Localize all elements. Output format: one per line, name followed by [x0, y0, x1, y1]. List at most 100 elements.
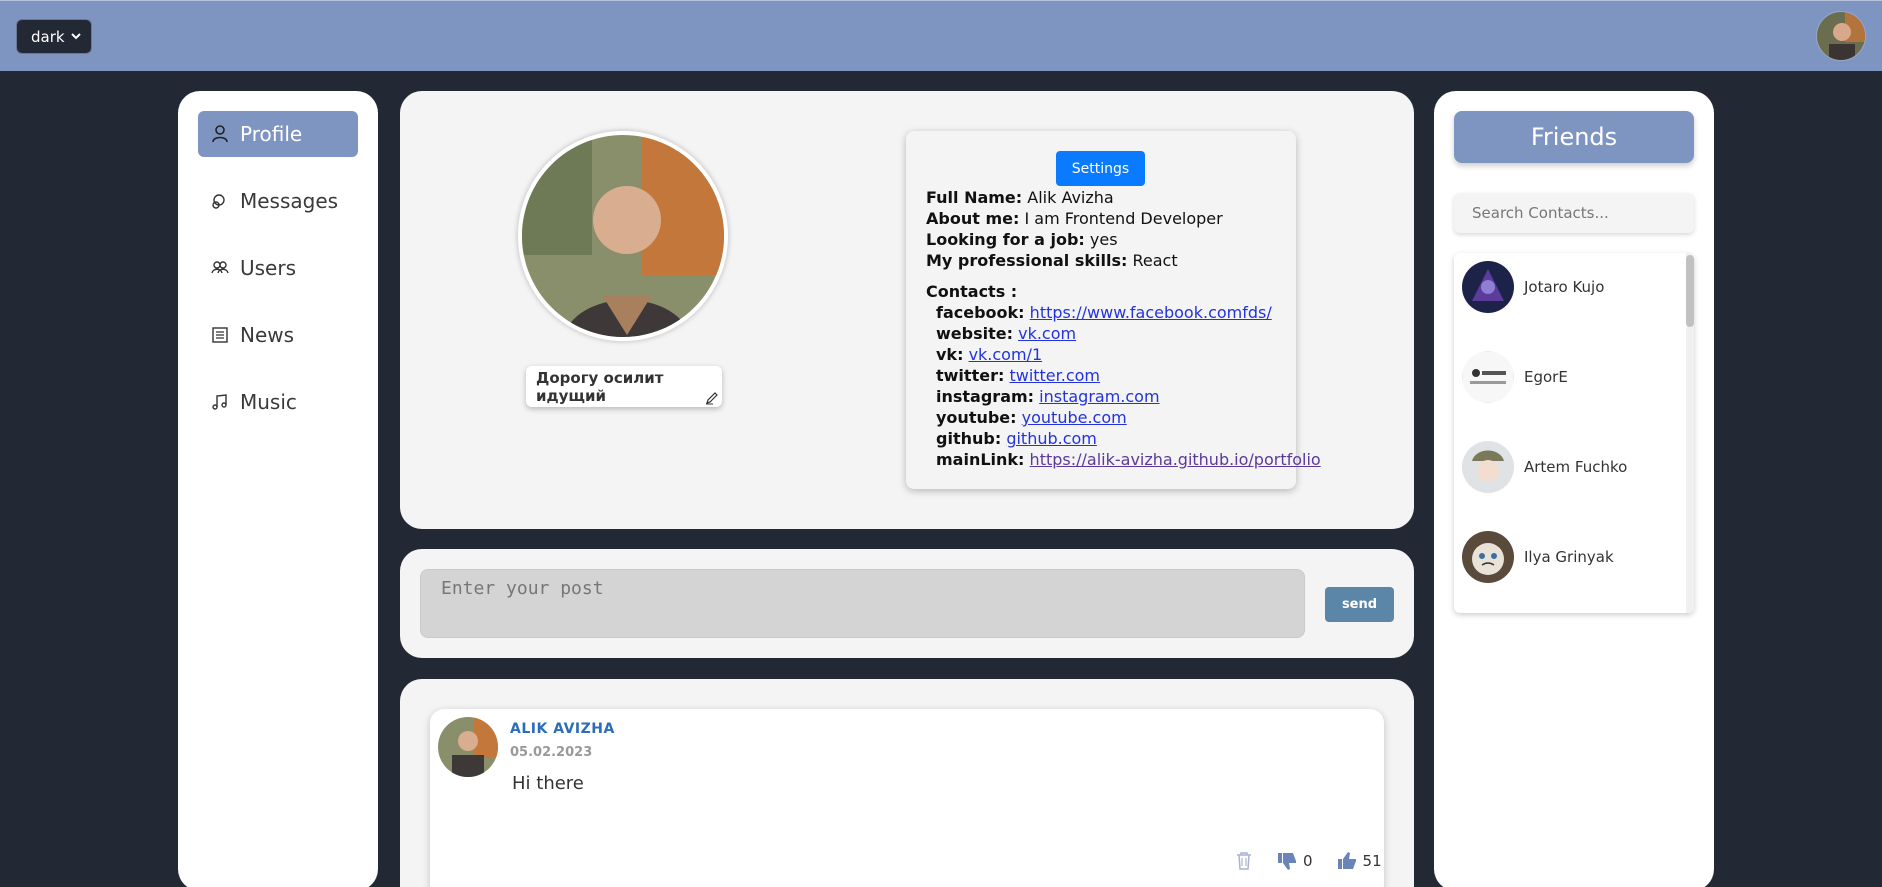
contact-link[interactable]: https://www.facebook.comfds/ [1030, 303, 1272, 322]
nav-item-label: Profile [240, 122, 303, 146]
contact-website: website: vk.com [926, 323, 1321, 344]
profile-info-box: Settings Full Name: Alik Avizha About me… [906, 131, 1321, 489]
contact-label: youtube: [936, 408, 1017, 427]
contact-link[interactable]: vk.com/1 [969, 345, 1043, 364]
contact-twitter: twitter: twitter.com [926, 365, 1321, 386]
friend-avatar [1462, 261, 1514, 313]
chevron-down-icon [71, 33, 81, 40]
avatar-photo-icon [1817, 12, 1865, 60]
nav-item-messages[interactable]: Messages [198, 178, 358, 224]
top-bar: dark [0, 0, 1882, 71]
dislike-button[interactable]: 0 [1277, 851, 1313, 871]
post-actions: 0 51 [1235, 851, 1396, 871]
contact-label: twitter: [936, 366, 1005, 385]
status-box[interactable]: Дорогу осилит идущий [526, 366, 722, 407]
friend-name: Ilya Grinyak [1524, 548, 1614, 566]
newspaper-icon [210, 325, 230, 345]
skills-label: My professional skills: [926, 251, 1128, 270]
contact-facebook: facebook: https://www.facebook.comfds/ [926, 302, 1321, 323]
about-value: I am Frontend Developer [1024, 209, 1223, 228]
nav-item-label: News [240, 323, 295, 347]
friend-avatar-icon [1462, 261, 1514, 313]
contact-label: mainLink: [936, 450, 1025, 469]
contact-label: facebook: [936, 303, 1025, 322]
skills-value: React [1132, 251, 1178, 270]
friend-avatar [1462, 351, 1514, 403]
post-author[interactable]: ALIK AVIZHA [510, 721, 615, 737]
nav-item-users[interactable]: Users [198, 245, 358, 291]
job-value: yes [1089, 230, 1118, 249]
friend-avatar-icon [1462, 351, 1514, 403]
trash-icon [1237, 852, 1251, 870]
contact-link[interactable]: instagram.com [1039, 387, 1159, 406]
post-input[interactable]: Enter your post [420, 569, 1305, 638]
friend-item[interactable]: Artem Fuchko [1462, 441, 1662, 493]
sidebar: Profile Messages Users News Music [178, 91, 378, 887]
nav-item-label: Music [240, 390, 297, 414]
contact-link[interactable]: youtube.com [1022, 408, 1127, 427]
friends-scrollbar[interactable] [1686, 253, 1694, 613]
friends-title: Friends [1454, 111, 1694, 163]
friend-item[interactable]: EgorE [1462, 351, 1662, 403]
friend-name: EgorE [1524, 368, 1568, 386]
delete-post-button[interactable] [1235, 851, 1253, 871]
like-button[interactable]: 51 [1337, 851, 1382, 871]
nav-item-profile[interactable]: Profile [198, 111, 358, 157]
about-row: About me: I am Frontend Developer [926, 208, 1321, 229]
header-avatar[interactable] [1816, 11, 1866, 61]
contact-vk: vk: vk.com/1 [926, 344, 1321, 365]
friends-search-input[interactable]: Search Contacts... [1454, 193, 1694, 233]
settings-button[interactable]: Settings [1056, 151, 1145, 186]
profile-avatar [518, 131, 728, 341]
posts-feed: ALIK AVIZHA 05.02.2023 Hi there 0 51 [400, 679, 1414, 887]
friend-avatar [1462, 531, 1514, 583]
friend-avatar-icon [1462, 441, 1514, 493]
theme-select[interactable]: dark [16, 19, 92, 54]
nav-item-music[interactable]: Music [198, 379, 358, 425]
status-text: Дорогу осилит идущий [536, 368, 664, 405]
post-avatar-photo-icon [438, 717, 498, 777]
music-note-icon [210, 392, 230, 412]
friends-scrollbar-thumb[interactable] [1686, 255, 1694, 327]
post-item: ALIK AVIZHA 05.02.2023 Hi there 0 51 [430, 709, 1384, 887]
nav-item-label: Messages [240, 189, 339, 213]
contact-mainlink: mainLink: https://alik-avizha.github.io/… [926, 449, 1321, 470]
thumbs-down-icon [1278, 853, 1296, 870]
nav-item-label: Users [240, 256, 297, 280]
friend-item[interactable]: Ilya Grinyak [1462, 531, 1662, 583]
about-label: About me: [926, 209, 1020, 228]
post-date: 05.02.2023 [510, 745, 593, 760]
like-count: 51 [1362, 852, 1382, 870]
post-composer: Enter your post send [400, 549, 1414, 658]
job-row: Looking for a job: yes [926, 229, 1321, 250]
friends-list: Jotaro Kujo EgorE Artem Fuchko Ilya Grin… [1454, 253, 1694, 613]
contact-link[interactable]: vk.com [1018, 324, 1076, 343]
contact-label: instagram: [936, 387, 1035, 406]
friends-panel: Friends Search Contacts... Jotaro Kujo E… [1434, 91, 1714, 887]
send-button[interactable]: send [1325, 587, 1394, 622]
profile-card: Дорогу осилит идущий Settings Full Name:… [400, 91, 1414, 529]
nav-item-news[interactable]: News [198, 312, 358, 358]
full-name-label: Full Name: [926, 188, 1023, 207]
profile-photo-icon [522, 135, 724, 337]
contact-label: github: [936, 429, 1002, 448]
contact-link[interactable]: twitter.com [1009, 366, 1100, 385]
profile-info-lines: Full Name: Alik Avizha About me: I am Fr… [926, 187, 1321, 470]
friend-name: Artem Fuchko [1524, 458, 1628, 476]
post-text: Hi there [512, 773, 584, 794]
dislike-count: 0 [1303, 852, 1313, 870]
contact-github: github: github.com [926, 428, 1321, 449]
friend-name: Jotaro Kujo [1524, 278, 1605, 296]
friend-item[interactable]: Jotaro Kujo [1462, 261, 1662, 313]
contacts-heading: Contacts : [926, 281, 1321, 302]
pencil-icon[interactable] [705, 391, 719, 405]
friend-avatar [1462, 441, 1514, 493]
contact-label: vk: [936, 345, 964, 364]
contact-instagram: instagram: instagram.com [926, 386, 1321, 407]
chat-bubbles-icon [210, 191, 230, 211]
contacts-label: Contacts : [926, 282, 1018, 301]
contact-label: website: [936, 324, 1013, 343]
contact-link[interactable]: https://alik-avizha.github.io/portfolio [1030, 450, 1321, 469]
contact-link[interactable]: github.com [1006, 429, 1097, 448]
post-avatar [438, 717, 498, 777]
